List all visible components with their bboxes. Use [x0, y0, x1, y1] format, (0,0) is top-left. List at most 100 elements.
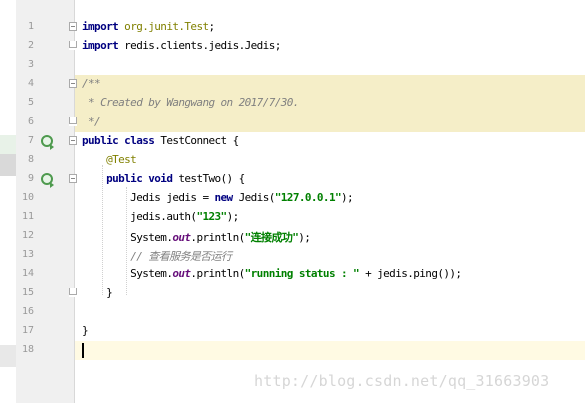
code-token: @Test [106, 153, 137, 166]
code-token: ; [208, 20, 216, 33]
code-token: import [82, 20, 119, 33]
code-token: + jedis.ping()); [359, 267, 462, 280]
code-line[interactable]: 2 import redis.clients.jedis.Jedis; [16, 37, 585, 56]
fold-collapse-icon[interactable] [69, 136, 77, 145]
code-token: System. [82, 267, 173, 280]
code-line[interactable]: 17} [16, 322, 585, 341]
code-text[interactable]: /** [82, 77, 101, 90]
line-number: 16 [21, 306, 34, 317]
watermark: http://blog.csdn.net/qq_31663903 [254, 372, 550, 390]
fold-collapse-icon[interactable] [69, 174, 77, 183]
line-number: 14 [21, 268, 34, 279]
line-number: 11 [21, 211, 34, 222]
code-text[interactable]: } [82, 286, 113, 299]
line-number: 15 [21, 287, 34, 298]
code-token: out [172, 267, 191, 280]
line-number: 3 [27, 59, 34, 70]
code-token: "123" [196, 210, 227, 223]
code-token: out [172, 231, 191, 244]
code-token: * Created by Wangwang on 2017/7/30. [82, 96, 299, 109]
line-background [75, 113, 585, 132]
indent-guide [102, 165, 103, 295]
code-text[interactable]: Jedis jedis = new Jedis("127.0.0.1"); [82, 191, 353, 204]
code-token: public [106, 172, 143, 185]
code-line[interactable]: 6 */ [16, 113, 585, 132]
line-number: 10 [21, 192, 34, 203]
code-token: Jedis( [232, 191, 276, 204]
line-number: 18 [21, 344, 34, 355]
left-tool-strip [0, 0, 16, 403]
code-line[interactable]: 4 /** [16, 75, 585, 94]
line-background [75, 341, 585, 360]
fold-end-icon[interactable] [69, 117, 77, 126]
code-line[interactable]: 5 * Created by Wangwang on 2017/7/30. [16, 94, 585, 113]
strip-highlight [0, 154, 16, 176]
fold-collapse-icon[interactable] [69, 22, 77, 31]
run-test-icon[interactable] [41, 135, 54, 150]
strip-highlight [0, 135, 16, 154]
strip-highlight [0, 345, 16, 367]
code-token: TestConnect { [154, 134, 239, 147]
code-text[interactable]: System.out.println("连接成功"); [82, 229, 311, 245]
line-number: 5 [27, 97, 34, 108]
code-token: "127.0.0.1" [274, 191, 342, 204]
code-token: ); [226, 210, 240, 223]
line-number: 8 [27, 154, 34, 165]
code-token: } [82, 286, 113, 299]
code-token: "running status : " [244, 267, 360, 280]
line-number: 9 [27, 173, 34, 184]
code-token: // 查看服务是否运行 [130, 250, 232, 263]
code-token: /** [82, 77, 101, 90]
code-text[interactable]: @Test [82, 153, 137, 166]
code-line[interactable]: 3 [16, 56, 585, 75]
code-token: public [82, 134, 119, 147]
code-token: class [124, 134, 155, 147]
code-text[interactable]: System.out.println("running status : " +… [82, 267, 462, 280]
code-token: } [82, 324, 89, 337]
indent-guide [126, 187, 127, 295]
code-token: "连接成功" [244, 231, 299, 244]
code-text[interactable]: */ [82, 115, 101, 128]
code-token: jedis.auth( [82, 210, 197, 223]
line-number: 17 [21, 325, 34, 336]
line-number: 13 [21, 249, 34, 260]
code-token: */ [82, 115, 101, 128]
text-caret [82, 343, 84, 358]
code-text[interactable]: public class TestConnect { [82, 134, 239, 147]
code-text[interactable]: } [82, 324, 89, 337]
code-token: ); [341, 191, 354, 204]
code-token: redis.clients.jedis.Jedis; [118, 39, 281, 52]
code-text[interactable]: public void testTwo() { [82, 172, 245, 185]
code-token: testTwo() { [172, 172, 245, 185]
line-number: 1 [27, 21, 34, 32]
code-token: org.junit.Test [124, 20, 209, 33]
line-background [75, 75, 585, 94]
code-token: .println( [190, 267, 245, 280]
fold-end-icon[interactable] [69, 288, 77, 297]
code-line[interactable]: 1 import org.junit.Test; [16, 18, 585, 37]
fold-end-icon[interactable] [69, 41, 77, 50]
code-editor[interactable]: 1 import org.junit.Test; 2 import redis.cli… [0, 0, 585, 403]
code-text[interactable]: // 查看服务是否运行 [82, 248, 232, 264]
fold-collapse-icon[interactable] [69, 79, 77, 88]
code-token: new [214, 191, 234, 204]
code-text[interactable]: import org.junit.Test; [82, 20, 215, 33]
code-token: import [82, 39, 119, 52]
code-text[interactable]: import redis.clients.jedis.Jedis; [82, 39, 281, 52]
run-test-icon[interactable] [41, 173, 54, 188]
code-line[interactable]: 7 public class TestConnect { [16, 132, 585, 151]
code-token: .println( [190, 231, 245, 244]
code-text[interactable]: jedis.auth("123"); [82, 210, 239, 223]
code-line[interactable]: 16 [16, 303, 585, 322]
line-number: 2 [27, 40, 34, 51]
code-line[interactable]: 18 [16, 341, 585, 360]
line-number: 7 [27, 135, 34, 146]
line-number: 12 [21, 230, 34, 241]
code-token: ); [298, 231, 311, 244]
code-token: void [148, 172, 173, 185]
line-number: 6 [27, 116, 34, 127]
line-number: 4 [27, 78, 34, 89]
code-token: System. [82, 231, 173, 244]
code-text[interactable]: * Created by Wangwang on 2017/7/30. [82, 96, 299, 109]
